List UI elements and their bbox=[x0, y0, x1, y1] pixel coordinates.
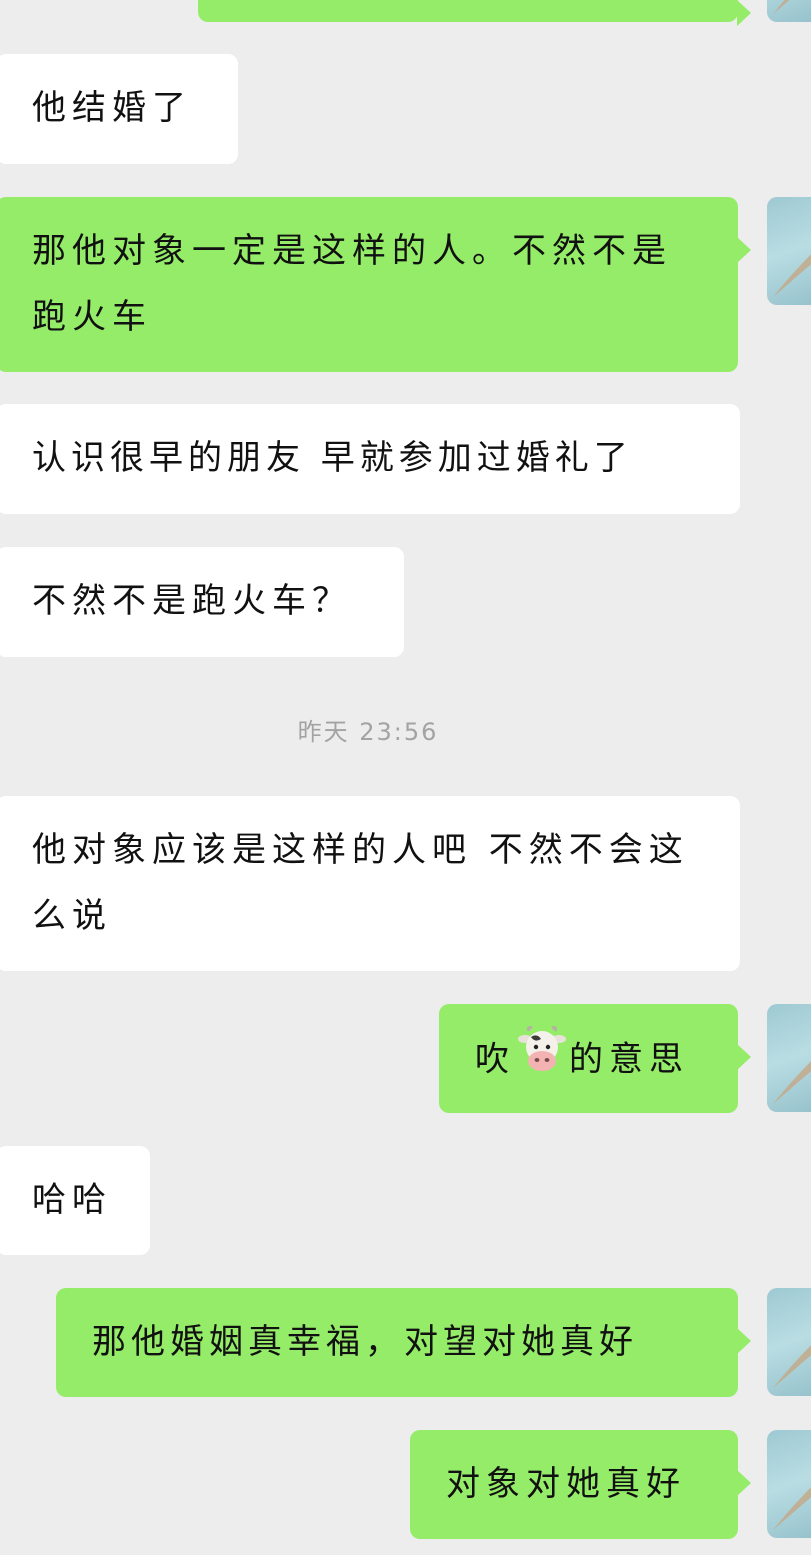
message-bubble-outgoing[interactable] bbox=[198, 0, 751, 26]
message-bubble-outgoing[interactable]: 那他对象一定是这样的人。不然不是跑火车 bbox=[0, 197, 751, 372]
message-text: 他结婚了 bbox=[32, 88, 192, 128]
message-text: 他对象应该是这样的人吧 不然不会这么说 bbox=[32, 830, 689, 936]
message-bubble-incoming[interactable]: 不然不是跑火车？ bbox=[0, 547, 404, 657]
avatar[interactable] bbox=[767, 197, 811, 305]
message-bubble-incoming[interactable]: 哈哈 bbox=[0, 1146, 150, 1255]
avatar[interactable] bbox=[767, 0, 811, 22]
feather-avatar-icon bbox=[773, 1487, 811, 1530]
message-bubble-incoming[interactable]: 认识很早的朋友 早就参加过婚礼了 bbox=[0, 404, 740, 514]
message-bubble-incoming[interactable]: 他对象应该是这样的人吧 不然不会这么说 bbox=[0, 796, 740, 971]
feather-avatar-icon bbox=[773, 1345, 811, 1388]
message-bubble-outgoing[interactable]: 吹 的意思 bbox=[439, 1004, 751, 1113]
timestamp: 昨天 23:56 bbox=[297, 718, 439, 746]
message-text: 吹 bbox=[475, 1039, 515, 1080]
feather-avatar-icon bbox=[773, 254, 811, 297]
feather-avatar-icon bbox=[773, 1061, 811, 1104]
message-text: 那他对象一定是这样的人。不然不是跑火车 bbox=[32, 231, 672, 337]
message-text: 认识很早的朋友 早就参加过婚礼了 bbox=[32, 438, 633, 478]
feather-avatar-icon bbox=[773, 0, 790, 14]
avatar[interactable] bbox=[767, 1004, 811, 1112]
avatar[interactable] bbox=[767, 1288, 811, 1396]
message-text: 的意思 bbox=[569, 1039, 689, 1080]
message-text: 对象对她真好 bbox=[446, 1464, 686, 1504]
message-text: 不然不是跑火车？ bbox=[32, 581, 352, 621]
message-bubble-outgoing[interactable]: 那他婚姻真幸福，对望对她真好 bbox=[56, 1288, 751, 1397]
message-bubble-incoming[interactable]: 他结婚了 bbox=[0, 54, 238, 164]
message-bubble-outgoing[interactable]: 对象对她真好 bbox=[410, 1430, 751, 1539]
message-text: 那他婚姻真幸福，对望对她真好 bbox=[92, 1322, 638, 1362]
message-text: 哈哈 bbox=[32, 1180, 112, 1220]
avatar[interactable] bbox=[767, 1430, 811, 1538]
cow-face-emoji-icon bbox=[517, 1025, 567, 1097]
